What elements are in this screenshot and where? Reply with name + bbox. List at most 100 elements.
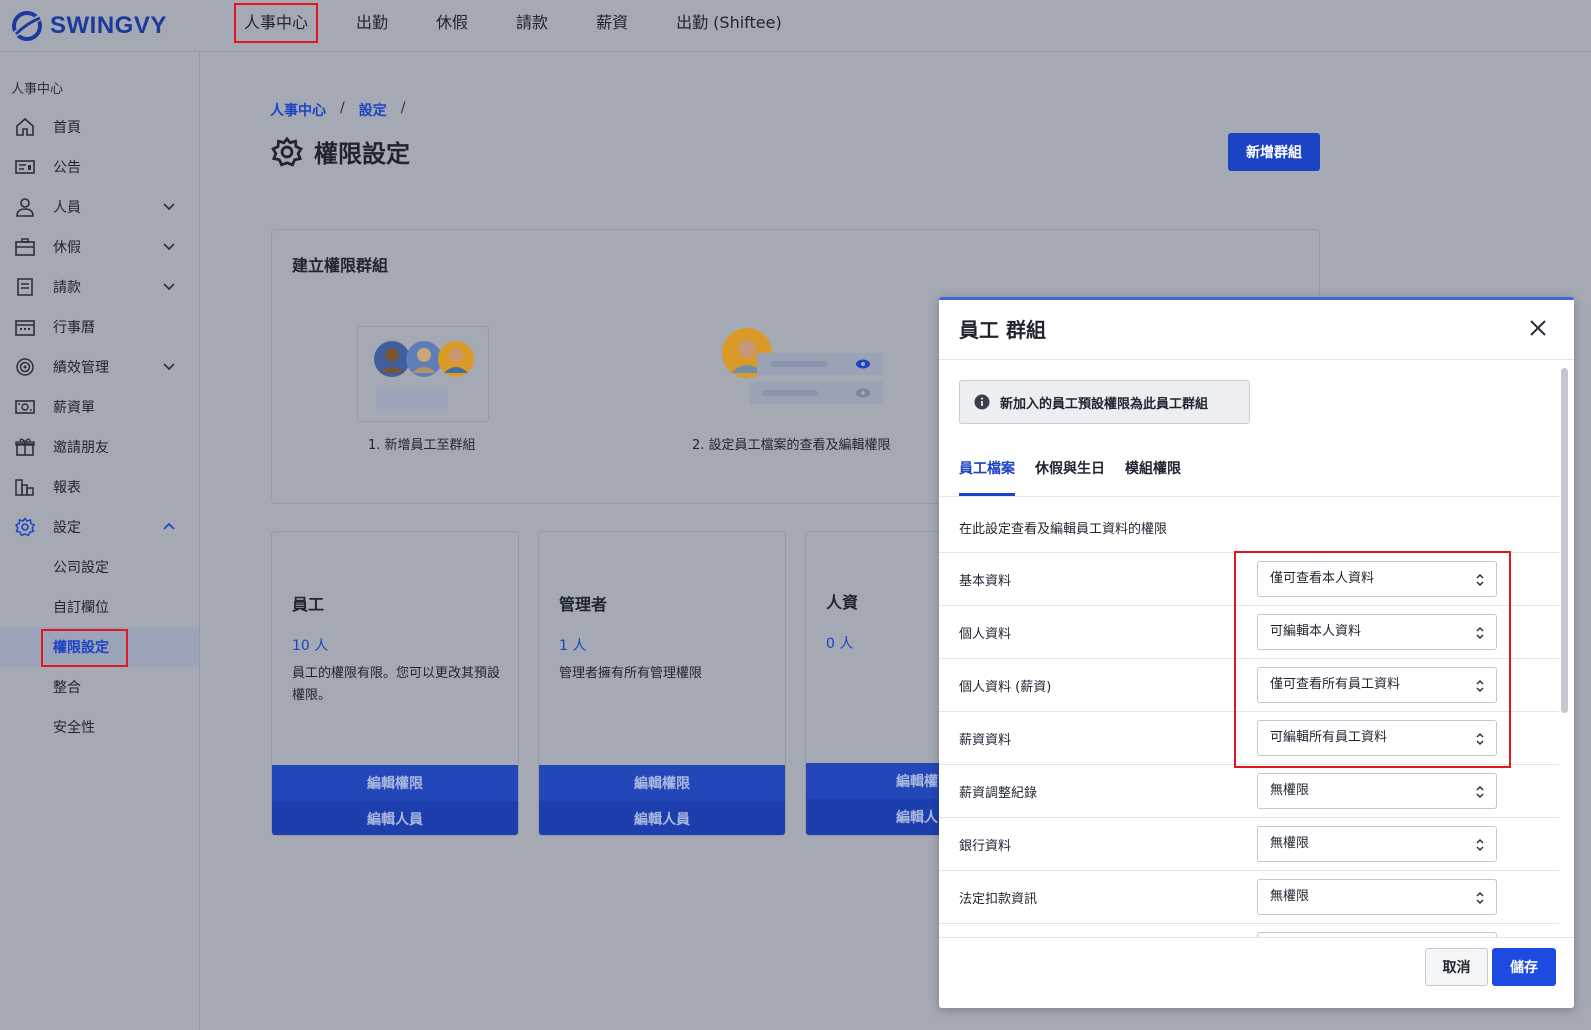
tab-employee-profile[interactable]: 員工檔案 [959, 458, 1015, 496]
modal-description: 在此設定查看及編輯員工資料的權限 [959, 522, 1168, 537]
sidebar-item-label: 請款 [53, 280, 81, 296]
sidebar-item-payslip[interactable]: 薪資單 [0, 387, 199, 427]
modal-title: 員工 群組 [959, 318, 1046, 342]
sidebar-item-label: 首頁 [53, 120, 81, 136]
permission-select-value: 無權限 [1270, 783, 1310, 798]
sidebar-item-settings[interactable]: 設定 [0, 507, 199, 547]
permission-label: 薪資調整紀錄 [959, 786, 1038, 801]
permission-label: 法定扣款資訊 [959, 892, 1038, 907]
group-member-count[interactable]: 1 人 [559, 635, 586, 655]
swingvy-logo[interactable]: SWINGVY [10, 6, 167, 46]
gear-icon [271, 136, 303, 167]
permission-select-value: 無權限 [1270, 889, 1310, 904]
tabs-divider [939, 496, 1559, 497]
sidebar-item-label: 報表 [53, 480, 81, 496]
permission-label: 基本資料 [959, 574, 1012, 589]
permission-select[interactable]: 無權限 [1257, 826, 1497, 862]
select-arrows-icon [1476, 785, 1484, 799]
group-member-count[interactable]: 0 人 [826, 633, 853, 653]
user-icon [16, 198, 34, 217]
sidebar: 人事中心 首頁 公告 人員 休假 請款 行事曆 績效管理 薪資單 邀請朋友 報表… [0, 52, 200, 1030]
permission-label: 個人資料 (薪資) [959, 680, 1052, 695]
calendar-icon [15, 320, 35, 336]
save-button[interactable]: 儲存 [1492, 948, 1556, 986]
chevron-down-icon [163, 363, 175, 371]
sidebar-item-people[interactable]: 人員 [0, 187, 199, 227]
sidebar-item-invite[interactable]: 邀請朋友 [0, 427, 199, 467]
group-member-count[interactable]: 10 人 [292, 635, 328, 655]
permission-row: 銀行資料 無權限 [939, 817, 1559, 870]
group-card-admin: 管理者 1 人 管理者擁有所有管理權限 編輯權限 編輯人員 [538, 531, 786, 836]
breadcrumb-hr-center[interactable]: 人事中心 [270, 100, 326, 120]
edit-permissions-button[interactable]: 編輯權限 [272, 765, 518, 801]
group-card-hr: 人資 0 人 編輯權 編輯人 [805, 531, 945, 836]
group-name: 人資 [826, 593, 859, 612]
top-nav: 人事中心 出勤 休假 請款 薪資 出勤 (Shiftee) [233, 0, 822, 46]
topnav-attendance[interactable]: 出勤 [348, 5, 396, 41]
cancel-button[interactable]: 取消 [1425, 948, 1488, 986]
eye-icon [856, 359, 870, 369]
permission-select[interactable]: 無權限 [1257, 879, 1497, 915]
topnav-leave[interactable]: 休假 [428, 5, 476, 41]
permission-row-partial [939, 923, 1559, 952]
scrollbar-thumb[interactable] [1561, 368, 1568, 713]
sidebar-section-title: 人事中心 [11, 82, 64, 97]
sidebar-sub-custom-fields[interactable]: 自訂欄位 [0, 587, 199, 627]
sidebar-item-reports[interactable]: 報表 [0, 467, 199, 507]
sidebar-item-announcement[interactable]: 公告 [0, 147, 199, 187]
modal-scrollbar[interactable] [1560, 368, 1569, 936]
modal-tabs: 員工檔案 休假與生日 模組權限 [959, 458, 1181, 496]
sidebar-item-calendar[interactable]: 行事曆 [0, 307, 199, 347]
edit-members-button[interactable]: 編輯人 [806, 799, 944, 835]
breadcrumb-settings[interactable]: 設定 [359, 100, 387, 120]
permission-label: 銀行資料 [959, 839, 1012, 854]
close-icon[interactable] [1524, 314, 1552, 342]
gift-icon [15, 438, 35, 456]
sidebar-item-home[interactable]: 首頁 [0, 107, 199, 147]
sidebar-sub-integrations[interactable]: 整合 [0, 667, 199, 707]
swingvy-logo-icon [12, 11, 42, 41]
sidebar-item-label: 設定 [53, 520, 81, 536]
permission-row: 薪資調整紀錄 無權限 [939, 764, 1559, 817]
avatar-group-icon [374, 341, 474, 377]
sidebar-sub-company-settings[interactable]: 公司設定 [0, 547, 199, 587]
sidebar-item-label: 績效管理 [53, 360, 109, 376]
add-group-button[interactable]: 新增群組 [1228, 133, 1320, 171]
sidebar-item-label: 公告 [53, 160, 81, 176]
sidebar-sub-security[interactable]: 安全性 [0, 707, 199, 747]
illustration-add-members [357, 326, 489, 422]
group-card-employee: 員工 10 人 員工的權限有限。您可以更改其預設權限。 編輯權限 編輯人員 [271, 531, 519, 836]
announcement-icon [15, 160, 35, 174]
breadcrumb-separator: / [400, 100, 406, 116]
home-icon [16, 117, 34, 136]
chevron-down-icon [163, 243, 175, 251]
topnav-payroll[interactable]: 薪資 [588, 5, 636, 41]
tab-module-permissions[interactable]: 模組權限 [1125, 458, 1181, 496]
group-name: 員工 [292, 595, 325, 614]
edit-members-button[interactable]: 編輯人員 [539, 801, 785, 835]
tab-leave-birthday[interactable]: 休假與生日 [1035, 458, 1105, 496]
page-title: 權限設定 [314, 140, 410, 168]
sidebar-item-claims[interactable]: 請款 [0, 267, 199, 307]
info-icon [974, 394, 990, 410]
edit-members-button[interactable]: 編輯人員 [272, 801, 518, 835]
permission-line-illustration [762, 390, 818, 396]
sidebar-item-performance[interactable]: 績效管理 [0, 347, 199, 387]
sidebar-item-leave[interactable]: 休假 [0, 227, 199, 267]
edit-permissions-button[interactable]: 編輯權 [806, 763, 944, 799]
topnav-hr-center[interactable]: 人事中心 [233, 3, 319, 43]
permission-select[interactable]: 無權限 [1257, 773, 1497, 809]
target-icon [16, 358, 34, 376]
sidebar-sub-label: 公司設定 [53, 560, 109, 576]
topnav-shiftee[interactable]: 出勤 (Shiftee) [668, 5, 790, 41]
chevron-down-icon [163, 203, 175, 211]
edit-permissions-button[interactable]: 編輯權限 [539, 765, 785, 801]
permission-label: 薪資資料 [959, 733, 1012, 748]
highlight-box [1234, 551, 1511, 768]
gear-icon [14, 517, 36, 537]
sidebar-sub-label: 安全性 [53, 720, 95, 736]
sidebar-item-label: 人員 [53, 200, 81, 216]
receipt-icon [17, 278, 33, 296]
info-banner: 新加入的員工預設權限為此員工群組 [959, 380, 1250, 424]
topnav-claims[interactable]: 請款 [508, 5, 556, 41]
